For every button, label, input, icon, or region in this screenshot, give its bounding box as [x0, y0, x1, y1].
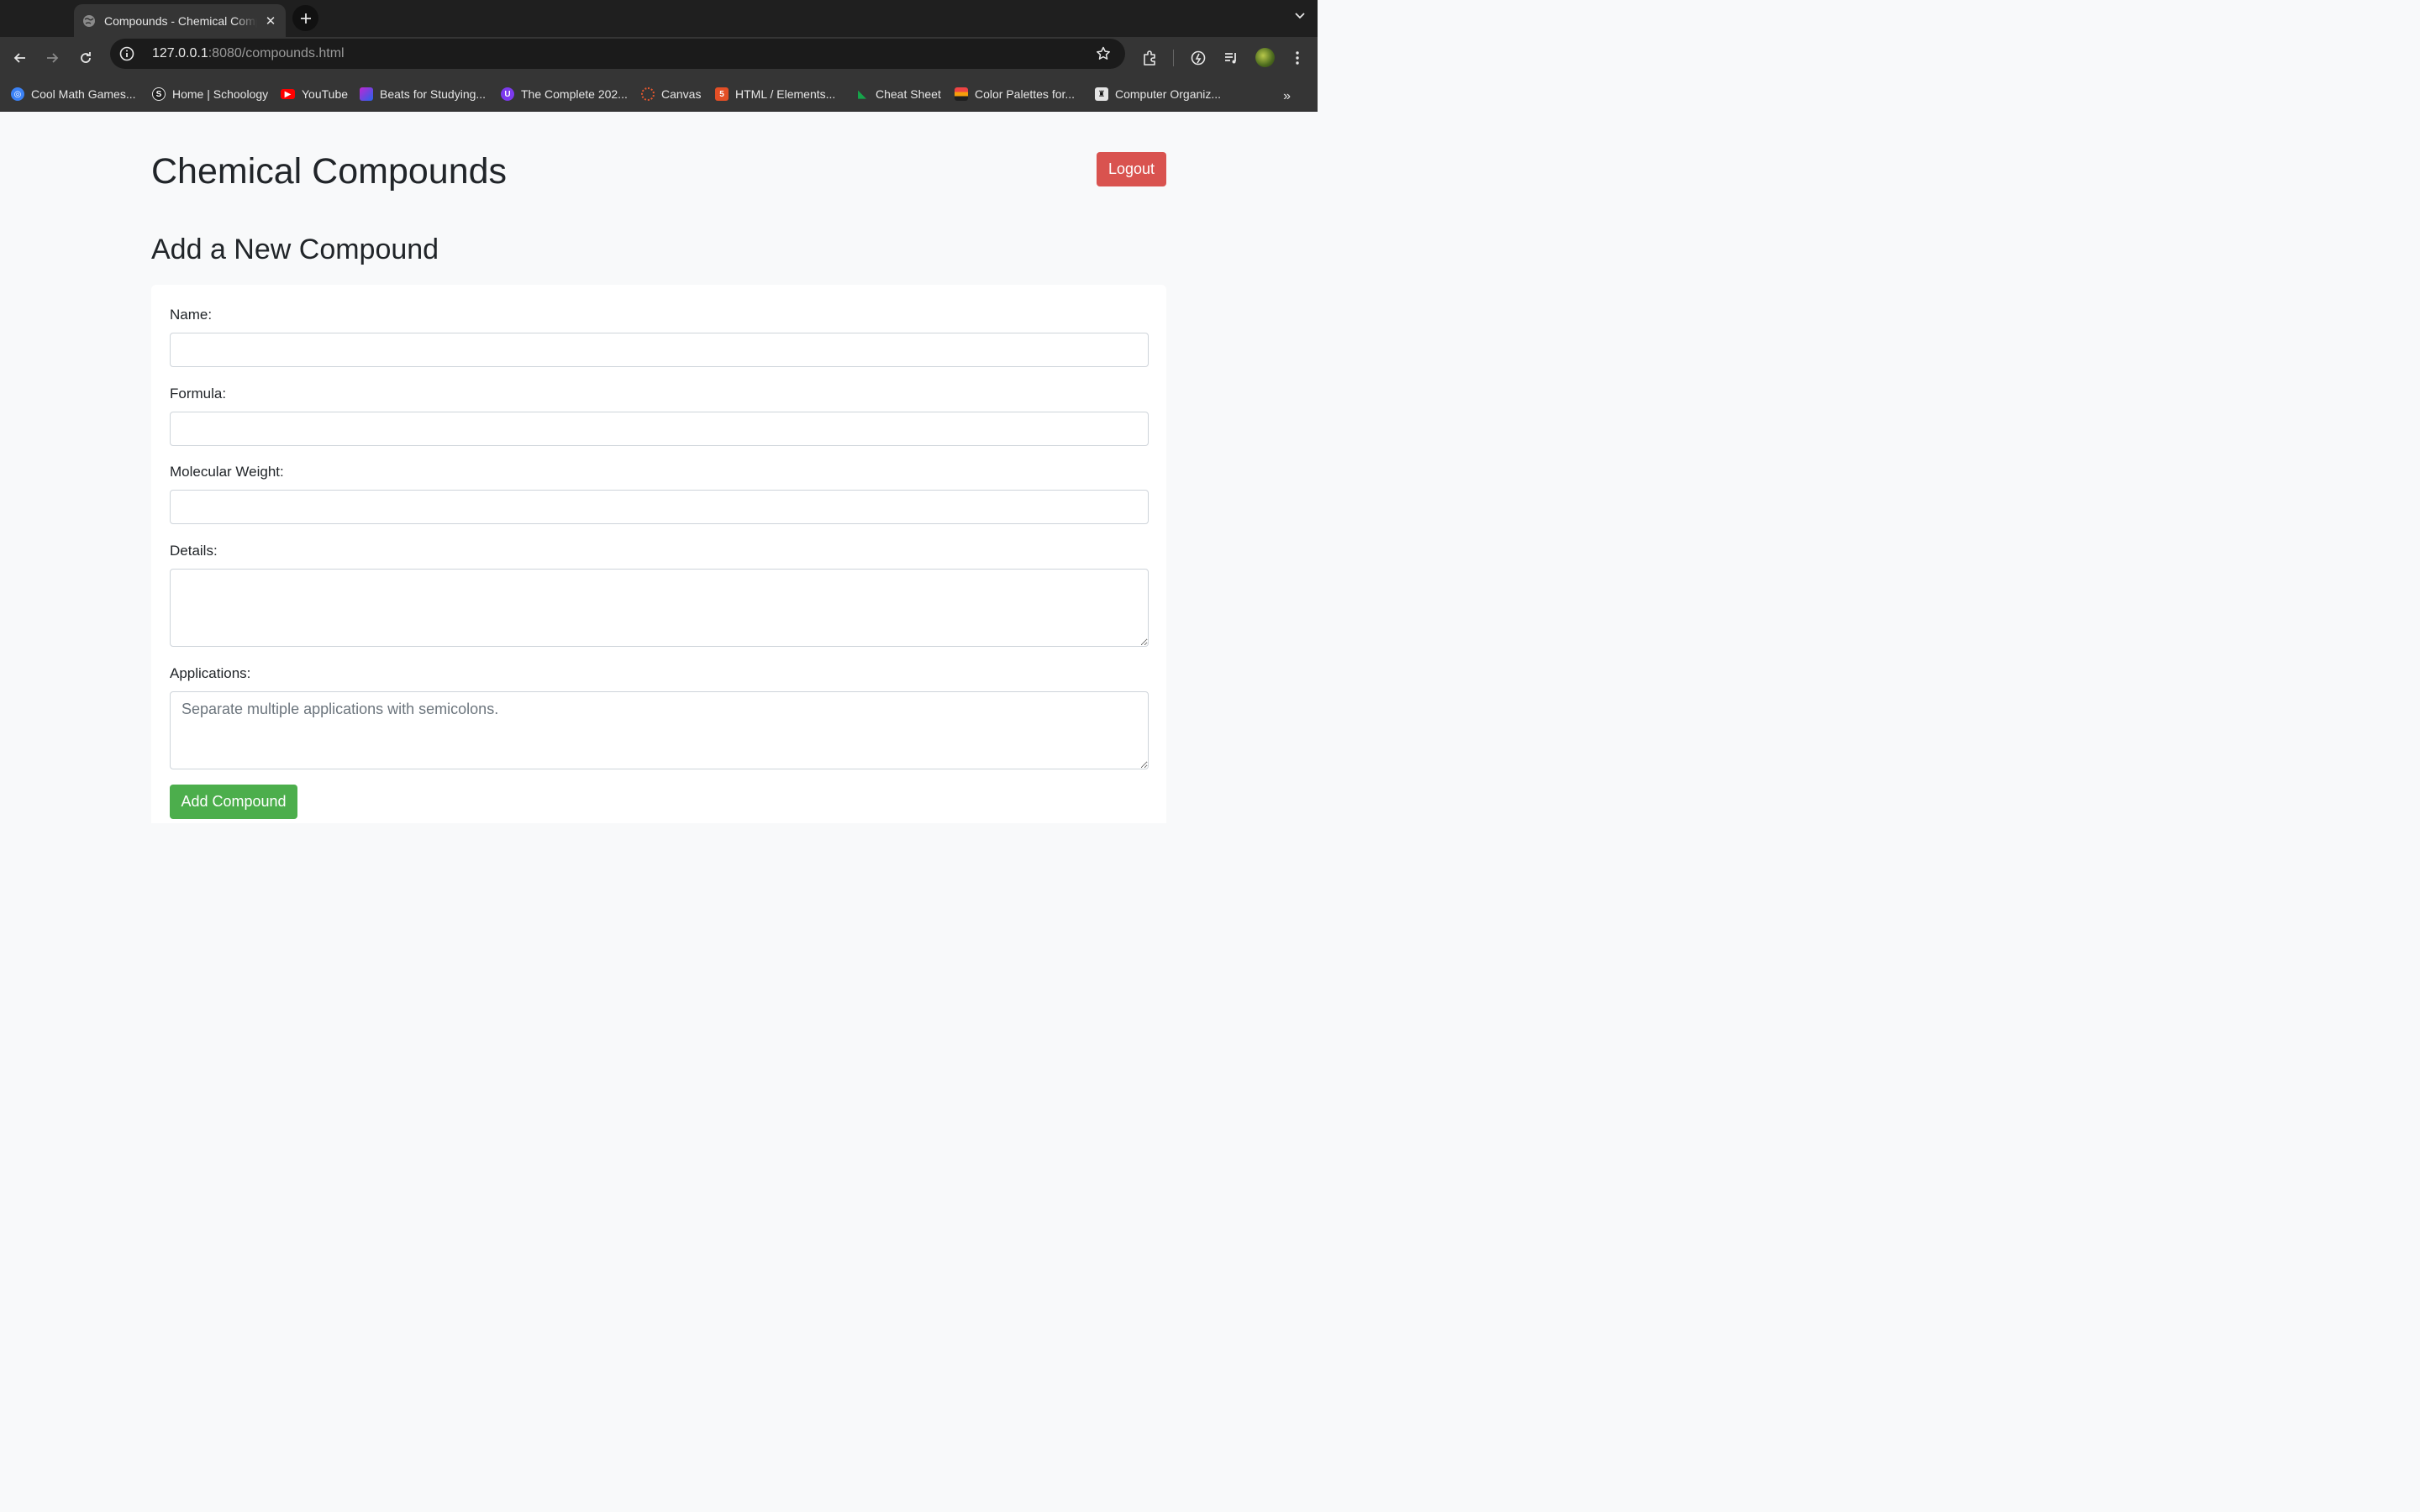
formula-input[interactable] — [170, 412, 1149, 446]
bookmark-label: The Complete 202... — [521, 87, 628, 101]
page-title: Chemical Compounds — [151, 151, 508, 192]
formula-label: Formula: — [170, 386, 227, 402]
url-path: :8080/compounds.html — [208, 46, 345, 60]
bookmark-item[interactable]: ◣ Cheat Sheet — [855, 87, 941, 101]
details-textarea[interactable] — [170, 569, 1149, 647]
globe-icon — [83, 14, 95, 27]
url-host: 127.0.0.1 — [152, 46, 208, 60]
bookmark-label: Cheat Sheet — [876, 87, 941, 101]
bookmark-item[interactable]: ▶ YouTube — [281, 87, 348, 101]
bookmark-label: Home | Schoology — [172, 87, 269, 101]
bookmark-label: Cool Math Games... — [31, 87, 136, 101]
bookmark-item[interactable]: S Home | Schoology — [152, 87, 268, 101]
address-bar[interactable]: 127.0.0.1:8080/compounds.html — [110, 39, 1125, 69]
youtube-icon: ▶ — [281, 89, 295, 99]
bookmark-item[interactable]: 5 HTML / Elements... — [715, 87, 835, 101]
bookmark-label: Beats for Studying... — [380, 87, 487, 101]
name-input[interactable] — [170, 333, 1149, 367]
bookmark-label: YouTube — [302, 87, 349, 101]
performance-icon[interactable] — [1190, 50, 1207, 66]
bookmark-label: Canvas — [661, 87, 702, 101]
applications-label: Applications: — [170, 665, 251, 681]
toolbar-divider — [1173, 50, 1174, 66]
browser-tabstrip: Compounds - Chemical Compounds ✕ — [0, 0, 1318, 37]
site-info-icon[interactable] — [118, 45, 135, 62]
bookmark-item[interactable]: Color Palettes for... — [955, 87, 1075, 101]
more-bookmarks-icon[interactable]: » — [1283, 89, 1291, 104]
schoology-icon: S — [152, 87, 166, 101]
bookmark-label: Color Palettes for... — [975, 87, 1076, 101]
bookmark-item[interactable]: Beats for Studying... — [360, 87, 486, 101]
plus-icon — [300, 13, 311, 24]
url-text: 127.0.0.1:8080/compounds.html — [152, 46, 345, 61]
close-tab-icon[interactable]: ✕ — [264, 13, 277, 29]
bookmark-label: Computer Organiz... — [1115, 87, 1222, 101]
chevron-down-icon[interactable] — [1294, 10, 1306, 22]
bookmark-item[interactable]: ◎ Cool Math Games... — [11, 87, 136, 101]
computer-org-icon: ♜ — [1095, 87, 1108, 101]
html-icon: 5 — [715, 87, 729, 101]
tab-title: Compounds - Chemical Compounds — [104, 13, 257, 28]
browser-toolbar: 127.0.0.1:8080/compounds.html — [0, 37, 1318, 79]
bookmarks-bar: ◎ Cool Math Games... S Home | Schoology … — [0, 79, 1318, 112]
reload-icon[interactable] — [77, 50, 94, 66]
browser-tab[interactable]: Compounds - Chemical Compounds ✕ — [74, 4, 286, 37]
more-menu-icon[interactable] — [1289, 50, 1306, 66]
molecular-weight-input[interactable] — [170, 490, 1149, 524]
add-compound-form: Name: Formula: Molecular Weight: Details… — [151, 285, 1166, 823]
forward-arrow-icon[interactable] — [44, 50, 60, 66]
bookmark-star-icon[interactable] — [1095, 45, 1112, 62]
add-compound-button[interactable]: Add Compound — [170, 785, 297, 819]
back-arrow-icon[interactable] — [12, 50, 29, 66]
bookmark-item[interactable]: ♜ Computer Organiz... — [1095, 87, 1221, 101]
media-controls-icon[interactable] — [1223, 50, 1239, 66]
coolmath-icon: ◎ — [11, 87, 24, 101]
page-content: Chemical Compounds Logout Add a New Comp… — [0, 112, 1318, 823]
bookmark-label: HTML / Elements... — [735, 87, 836, 101]
new-tab-button[interactable] — [292, 5, 318, 31]
name-label: Name: — [170, 307, 213, 323]
section-title: Add a New Compound — [151, 234, 439, 265]
bookmark-item[interactable]: Canvas — [641, 87, 701, 101]
udemy-icon: U — [501, 87, 514, 101]
palette-icon — [955, 87, 968, 101]
molecular-weight-label: Molecular Weight: — [170, 464, 284, 480]
cheatsheet-icon: ◣ — [858, 87, 866, 100]
extensions-icon[interactable] — [1141, 50, 1158, 66]
profile-avatar[interactable] — [1255, 48, 1275, 67]
applications-textarea[interactable] — [170, 691, 1149, 769]
logout-button[interactable]: Logout — [1097, 152, 1166, 186]
canvas-icon — [641, 87, 655, 101]
bookmark-item[interactable]: U The Complete 202... — [501, 87, 628, 101]
details-label: Details: — [170, 543, 218, 559]
beats-icon — [360, 87, 373, 101]
